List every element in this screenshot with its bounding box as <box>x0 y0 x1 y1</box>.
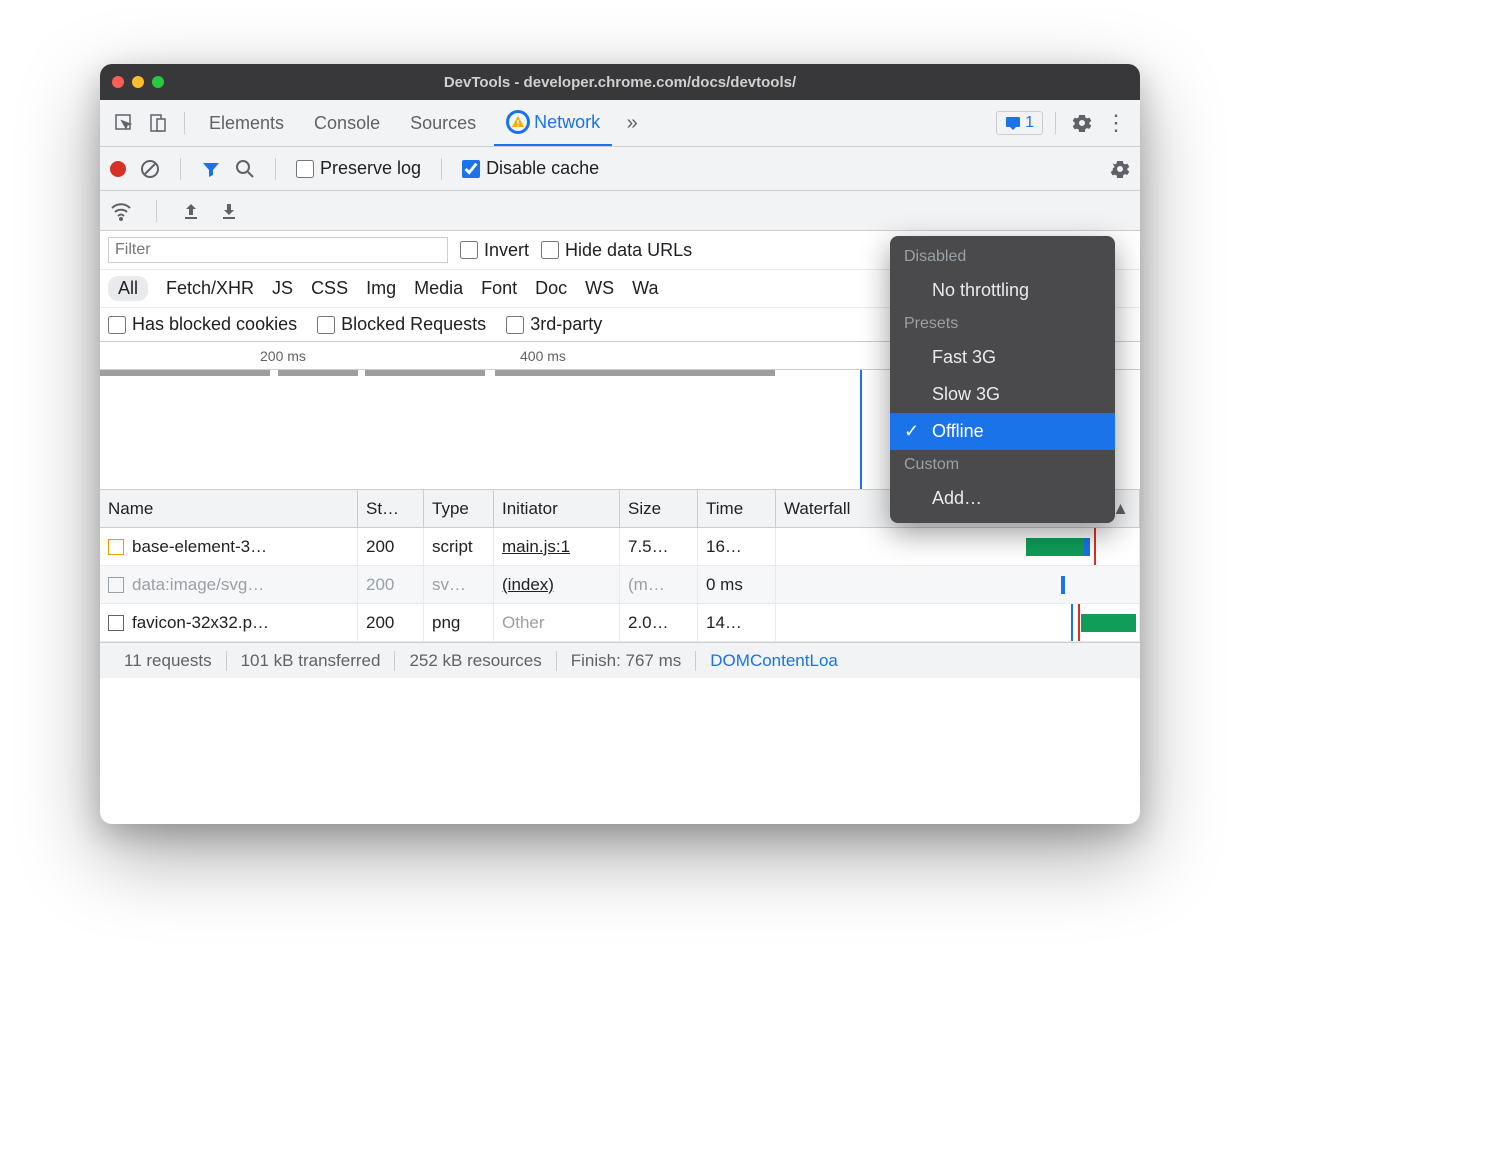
tab-network[interactable]: Network <box>494 100 612 146</box>
inspect-icon[interactable] <box>110 109 138 137</box>
throttle-option-offline[interactable]: Offline <box>890 413 1115 450</box>
divider <box>184 112 185 134</box>
preserve-log-checkbox[interactable]: Preserve log <box>296 158 421 179</box>
tab-elements[interactable]: Elements <box>197 100 296 146</box>
warning-icon <box>506 110 530 134</box>
col-status[interactable]: St… <box>358 490 424 527</box>
devtools-window: DevTools - developer.chrome.com/docs/dev… <box>100 64 1140 824</box>
table-row[interactable]: data:image/svg… 200 sv… (index) (m… 0 ms <box>100 566 1140 604</box>
dropdown-header-presets: Presets <box>890 309 1115 339</box>
status-resources: 252 kB resources <box>395 651 556 671</box>
type-fetch-xhr[interactable]: Fetch/XHR <box>166 278 254 299</box>
image-file-icon <box>108 615 124 631</box>
network-conditions-icon[interactable] <box>110 200 132 222</box>
waterfall-bar <box>1026 538 1086 556</box>
dropdown-header-custom: Custom <box>890 450 1115 480</box>
invert-checkbox[interactable]: Invert <box>460 240 529 261</box>
divider <box>275 158 276 180</box>
col-type[interactable]: Type <box>424 490 494 527</box>
initiator-link[interactable]: main.js:1 <box>502 537 570 557</box>
tab-console[interactable]: Console <box>302 100 392 146</box>
status-transferred: 101 kB transferred <box>227 651 396 671</box>
throttle-option-slow3g[interactable]: Slow 3G <box>890 376 1115 413</box>
status-dcl: DOMContentLoa <box>696 651 852 671</box>
table-row[interactable]: favicon-32x32.p… 200 png Other 2.0… 14… <box>100 604 1140 642</box>
throttle-option-fast3g[interactable]: Fast 3G <box>890 339 1115 376</box>
network-toolbar-2 <box>100 191 1140 231</box>
initiator-link[interactable]: (index) <box>502 575 554 595</box>
type-all[interactable]: All <box>108 276 148 301</box>
status-requests: 11 requests <box>110 651 227 671</box>
col-time[interactable]: Time <box>698 490 776 527</box>
network-settings-icon[interactable] <box>1110 159 1130 179</box>
upload-har-icon[interactable] <box>181 201 201 221</box>
record-button[interactable] <box>110 161 126 177</box>
blocked-requests-checkbox[interactable]: Blocked Requests <box>317 314 486 335</box>
main-tabbar: Elements Console Sources Network » 1 ⋮ <box>100 100 1140 147</box>
status-finish: Finish: 767 ms <box>557 651 697 671</box>
type-media[interactable]: Media <box>414 278 463 299</box>
col-size[interactable]: Size <box>620 490 698 527</box>
disable-cache-checkbox[interactable]: Disable cache <box>462 158 599 179</box>
type-img[interactable]: Img <box>366 278 396 299</box>
type-ws[interactable]: WS <box>585 278 614 299</box>
download-har-icon[interactable] <box>219 201 239 221</box>
dropdown-header-disabled: Disabled <box>890 242 1115 272</box>
search-icon[interactable] <box>235 159 255 179</box>
issues-count: 1 <box>1025 114 1034 132</box>
divider <box>441 158 442 180</box>
throttling-dropdown: Disabled No throttling Presets Fast 3G S… <box>890 236 1115 523</box>
col-initiator[interactable]: Initiator <box>494 490 620 527</box>
tick-400: 400 ms <box>520 348 566 364</box>
issues-badge[interactable]: 1 <box>996 111 1043 135</box>
network-toolbar: Preserve log Disable cache <box>100 147 1140 191</box>
image-file-icon <box>108 577 124 593</box>
device-toggle-icon[interactable] <box>144 109 172 137</box>
waterfall-bar <box>1081 614 1136 632</box>
divider <box>156 200 157 222</box>
tick-200: 200 ms <box>260 348 306 364</box>
settings-icon[interactable] <box>1068 109 1096 137</box>
kebab-menu-icon[interactable]: ⋮ <box>1102 109 1130 137</box>
hide-data-urls-checkbox[interactable]: Hide data URLs <box>541 240 692 261</box>
clear-icon[interactable] <box>140 159 160 179</box>
type-wasm[interactable]: Wa <box>632 278 658 299</box>
tab-sources[interactable]: Sources <box>398 100 488 146</box>
type-font[interactable]: Font <box>481 278 517 299</box>
type-js[interactable]: JS <box>272 278 293 299</box>
throttle-option-none[interactable]: No throttling <box>890 272 1115 309</box>
blocked-cookies-checkbox[interactable]: Has blocked cookies <box>108 314 297 335</box>
window-title: DevTools - developer.chrome.com/docs/dev… <box>100 74 1140 91</box>
tab-network-label: Network <box>534 112 600 133</box>
divider <box>180 158 181 180</box>
filter-icon[interactable] <box>201 159 221 179</box>
type-css[interactable]: CSS <box>311 278 348 299</box>
waterfall-bar <box>1061 576 1065 594</box>
col-name[interactable]: Name <box>100 490 358 527</box>
script-file-icon <box>108 539 124 555</box>
table-row[interactable]: base-element-3… 200 script main.js:1 7.5… <box>100 528 1140 566</box>
divider <box>1055 112 1056 134</box>
status-bar: 11 requests 101 kB transferred 252 kB re… <box>100 642 1140 678</box>
dcl-marker <box>860 370 862 489</box>
titlebar: DevTools - developer.chrome.com/docs/dev… <box>100 64 1140 100</box>
throttle-option-add[interactable]: Add… <box>890 480 1115 517</box>
more-tabs-icon[interactable]: » <box>618 109 646 137</box>
type-doc[interactable]: Doc <box>535 278 567 299</box>
third-party-checkbox[interactable]: 3rd-party <box>506 314 602 335</box>
filter-input[interactable] <box>108 237 448 263</box>
